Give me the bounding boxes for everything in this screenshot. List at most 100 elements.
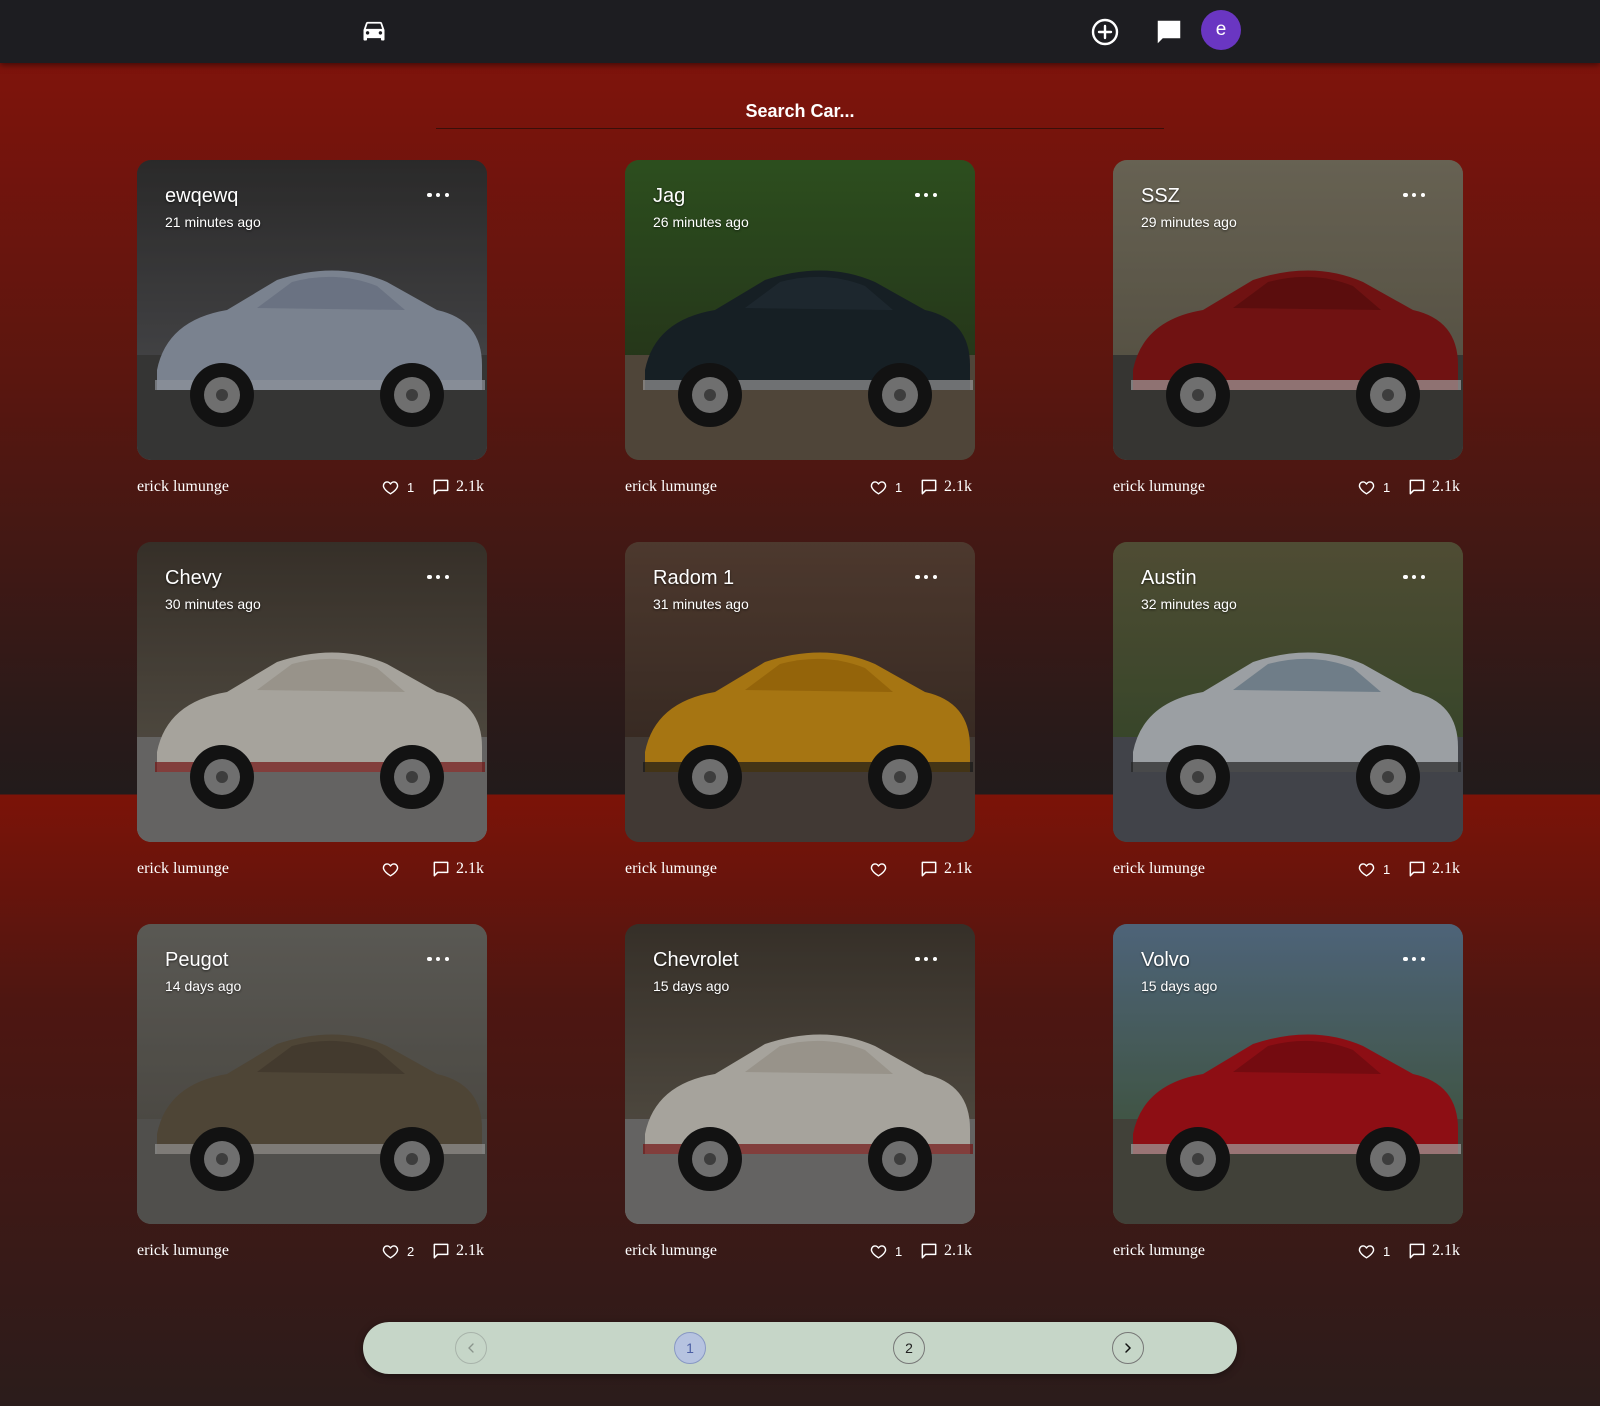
heart-icon[interactable] <box>1357 478 1376 497</box>
comment-icon[interactable] <box>431 859 451 879</box>
comment-count: 2.1k <box>456 1242 484 1259</box>
comment-button[interactable]: 2.1k <box>919 476 972 498</box>
comment-count: 2.1k <box>456 860 484 877</box>
like-count: 1 <box>1383 1243 1391 1259</box>
car-card-9[interactable]: Volvo 15 days ago erick lumunge 1 2.1k <box>1105 924 1475 1274</box>
car-photo[interactable]: Austin 32 minutes ago <box>1113 542 1463 842</box>
more-options-icon[interactable] <box>915 188 937 202</box>
post-time: 21 minutes ago <box>165 214 261 230</box>
like-button[interactable]: 1 <box>1357 476 1390 498</box>
post-time: 29 minutes ago <box>1141 214 1237 230</box>
car-title: Radom 1 <box>653 567 735 589</box>
comment-button[interactable]: 2.1k <box>1407 858 1460 880</box>
more-options-icon[interactable] <box>427 952 449 966</box>
comment-count: 2.1k <box>1432 1242 1460 1259</box>
post-time: 15 days ago <box>1141 978 1218 994</box>
page-button-2[interactable]: 2 <box>893 1332 925 1364</box>
pagination-bar: 1 2 <box>363 1322 1237 1374</box>
car-card-5[interactable]: Radom 1 31 minutes ago erick lumunge 2.1… <box>617 542 987 892</box>
car-photo[interactable]: Volvo 15 days ago <box>1113 924 1463 1224</box>
car-photo[interactable]: SSZ 29 minutes ago <box>1113 160 1463 460</box>
heart-icon[interactable] <box>1357 860 1376 879</box>
like-count: 1 <box>1383 861 1391 877</box>
comment-button[interactable]: 2.1k <box>1407 476 1460 498</box>
more-options-icon[interactable] <box>1403 188 1425 202</box>
like-count: 1 <box>895 479 903 495</box>
more-options-icon[interactable] <box>915 570 937 584</box>
like-button[interactable]: 1 <box>869 476 902 498</box>
car-photo[interactable]: Jag 26 minutes ago <box>625 160 975 460</box>
comment-icon[interactable] <box>431 1241 451 1261</box>
comment-button[interactable]: 2.1k <box>919 858 972 880</box>
like-button[interactable]: 2 <box>381 1240 414 1262</box>
car-photo[interactable]: Chevrolet 15 days ago <box>625 924 975 1224</box>
chevron-right-icon[interactable] <box>1112 1332 1144 1364</box>
car-card-3[interactable]: SSZ 29 minutes ago erick lumunge 1 2.1k <box>1105 160 1475 510</box>
chevron-left-icon[interactable] <box>455 1332 487 1364</box>
author-name: erick lumunge <box>137 478 229 495</box>
comment-button[interactable]: 2.1k <box>431 476 484 498</box>
car-photo[interactable]: Radom 1 31 minutes ago <box>625 542 975 842</box>
comment-button[interactable]: 2.1k <box>431 858 484 880</box>
comment-icon[interactable] <box>919 1241 939 1261</box>
comment-icon[interactable] <box>919 859 939 879</box>
post-time: 30 minutes ago <box>165 596 261 612</box>
chat-bubble-icon[interactable] <box>1154 17 1184 47</box>
comment-button[interactable]: 2.1k <box>919 1240 972 1262</box>
comment-icon[interactable] <box>431 477 451 497</box>
car-photo[interactable]: Peugot 14 days ago <box>137 924 487 1224</box>
car-card-8[interactable]: Chevrolet 15 days ago erick lumunge 1 2.… <box>617 924 987 1274</box>
more-options-icon[interactable] <box>427 570 449 584</box>
heart-icon[interactable] <box>381 860 400 879</box>
author-name: erick lumunge <box>625 1242 717 1259</box>
comment-icon[interactable] <box>1407 477 1427 497</box>
like-button[interactable] <box>869 858 895 880</box>
car-title: SSZ <box>1141 185 1180 207</box>
like-button[interactable] <box>381 858 407 880</box>
car-card-2[interactable]: Jag 26 minutes ago erick lumunge 1 2.1k <box>617 160 987 510</box>
car-card-1[interactable]: ewqewq 21 minutes ago erick lumunge 1 2.… <box>129 160 499 510</box>
comment-button[interactable]: 2.1k <box>1407 1240 1460 1262</box>
comment-count: 2.1k <box>1432 478 1460 495</box>
like-count: 1 <box>407 479 415 495</box>
car-photo[interactable]: ewqewq 21 minutes ago <box>137 160 487 460</box>
page-button-1[interactable]: 1 <box>674 1332 706 1364</box>
heart-icon[interactable] <box>869 478 888 497</box>
post-time: 15 days ago <box>653 978 730 994</box>
post-time: 31 minutes ago <box>653 596 749 612</box>
comment-count: 2.1k <box>944 1242 972 1259</box>
car-icon[interactable] <box>360 16 388 44</box>
comment-icon[interactable] <box>919 477 939 497</box>
author-name: erick lumunge <box>1113 860 1205 877</box>
car-card-7[interactable]: Peugot 14 days ago erick lumunge 2 2.1k <box>129 924 499 1274</box>
avatar[interactable]: e <box>1201 10 1241 50</box>
car-photo[interactable]: Chevy 30 minutes ago <box>137 542 487 842</box>
like-button[interactable]: 1 <box>1357 1240 1390 1262</box>
author-name: erick lumunge <box>1113 478 1205 495</box>
plus-circle-icon[interactable] <box>1090 17 1120 47</box>
search-input[interactable] <box>436 95 1164 129</box>
heart-icon[interactable] <box>381 478 400 497</box>
comment-button[interactable]: 2.1k <box>431 1240 484 1262</box>
heart-icon[interactable] <box>381 1242 400 1261</box>
like-button[interactable]: 1 <box>381 476 414 498</box>
author-name: erick lumunge <box>137 1242 229 1259</box>
heart-icon[interactable] <box>869 860 888 879</box>
comment-icon[interactable] <box>1407 1241 1427 1261</box>
car-title: Austin <box>1141 567 1197 589</box>
author-name: erick lumunge <box>625 860 717 877</box>
comment-icon[interactable] <box>1407 859 1427 879</box>
author-name: erick lumunge <box>1113 1242 1205 1259</box>
top-nav-bar: e <box>0 0 1600 63</box>
like-button[interactable]: 1 <box>1357 858 1390 880</box>
heart-icon[interactable] <box>1357 1242 1376 1261</box>
more-options-icon[interactable] <box>915 952 937 966</box>
like-button[interactable]: 1 <box>869 1240 902 1262</box>
more-options-icon[interactable] <box>1403 952 1425 966</box>
more-options-icon[interactable] <box>1403 570 1425 584</box>
like-count: 1 <box>895 1243 903 1259</box>
car-card-6[interactable]: Austin 32 minutes ago erick lumunge 1 2.… <box>1105 542 1475 892</box>
heart-icon[interactable] <box>869 1242 888 1261</box>
more-options-icon[interactable] <box>427 188 449 202</box>
car-card-4[interactable]: Chevy 30 minutes ago erick lumunge 2.1k <box>129 542 499 892</box>
